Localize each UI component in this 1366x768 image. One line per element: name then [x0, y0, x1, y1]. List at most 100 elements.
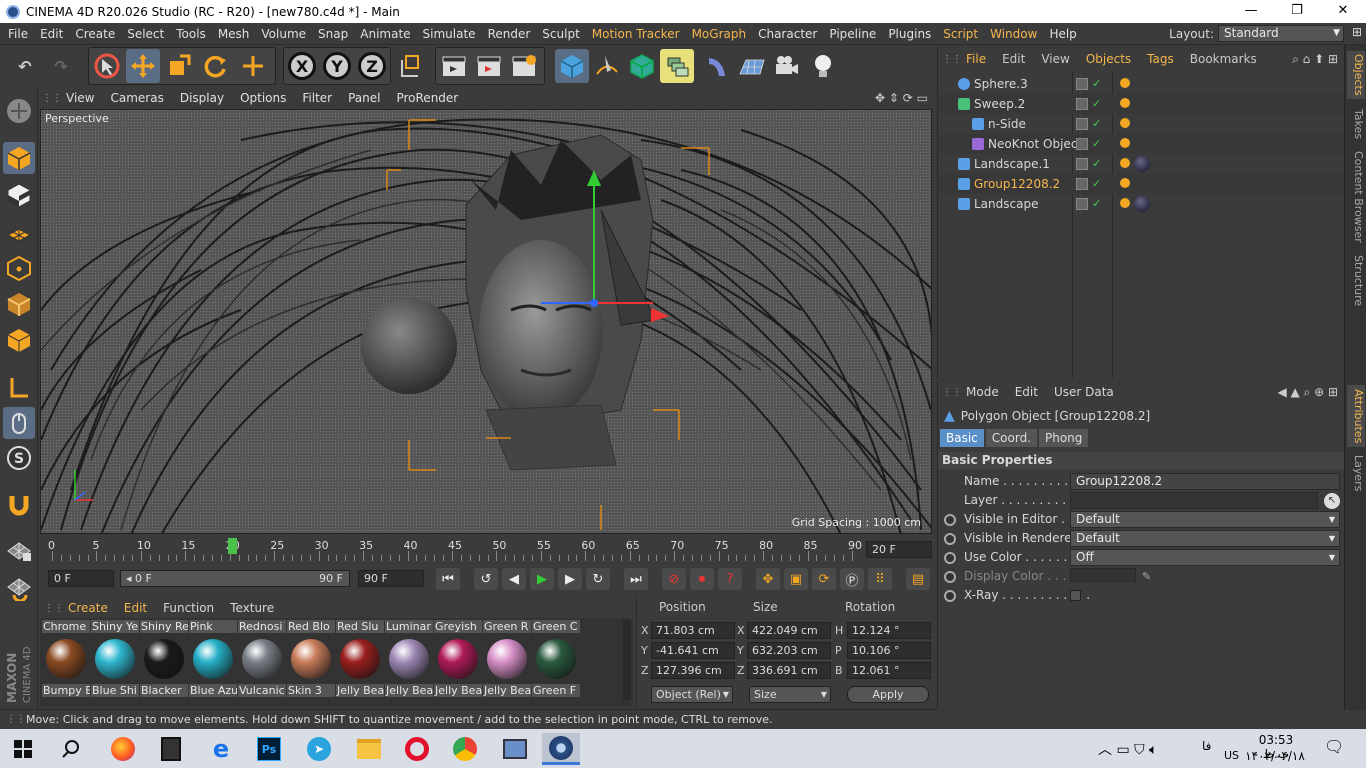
menu-render[interactable]: Render	[482, 23, 537, 45]
phong-tag-icon[interactable]	[1120, 178, 1130, 188]
photoshop-app[interactable]: Ps	[250, 733, 288, 765]
menu-character[interactable]: Character	[752, 23, 823, 45]
attribute-menu-edit[interactable]: Edit	[1007, 385, 1046, 399]
object-row[interactable]: Sweep.2 ✓	[938, 94, 1344, 114]
key-rotation-button[interactable]: ⟳	[812, 568, 836, 590]
edge-mode-button[interactable]	[3, 288, 35, 320]
undo-button[interactable]: ↶	[8, 49, 42, 83]
material-swatch[interactable]: Red Blo Skin 3	[287, 620, 335, 700]
color-picker-icon[interactable]: ✎	[1142, 567, 1151, 586]
material-menu-create[interactable]: Create	[60, 598, 116, 618]
grid-snap-button[interactable]	[3, 572, 35, 604]
menu-window[interactable]: Window	[984, 23, 1043, 45]
object-row[interactable]: NeoKnot Object ✓	[938, 134, 1344, 154]
visibility-check-icon[interactable]: ✓	[1092, 114, 1101, 134]
telegram-app[interactable]: ➤	[300, 733, 338, 765]
visibility-check-icon[interactable]: ✓	[1092, 94, 1101, 114]
next-frame-button[interactable]: ▶	[558, 568, 582, 590]
material-menu-texture[interactable]: Texture	[222, 598, 282, 618]
visibility-check-icon[interactable]: ✓	[1092, 134, 1101, 154]
layer-toggle-icon[interactable]	[1076, 78, 1088, 90]
menu-edit[interactable]: Edit	[34, 23, 69, 45]
visibility-check-icon[interactable]: ✓	[1092, 194, 1101, 214]
attribute-tab-coord[interactable]: Coord.	[985, 429, 1037, 447]
previous-key-button[interactable]: ↺	[474, 568, 498, 590]
visibility-check-icon[interactable]: ✓	[1092, 154, 1101, 174]
material-swatch[interactable]: Rednosi Vulcanic	[238, 620, 286, 700]
size-mode-select[interactable]: Size ▼	[749, 686, 831, 703]
minimize-button[interactable]: —	[1228, 0, 1274, 23]
attribute-menu-user-data[interactable]: User Data	[1046, 385, 1122, 399]
timeline[interactable]: 051015202530354045505560657075808590 20 …	[40, 535, 936, 565]
tab-objects[interactable]: Objects	[1347, 51, 1365, 99]
render-settings-button[interactable]	[507, 49, 541, 83]
material-swatch[interactable]: Shiny Ye Blue Shi	[91, 620, 139, 700]
object-row[interactable]: Sphere.3 ✓	[938, 74, 1344, 94]
edge-app[interactable]: e	[202, 733, 240, 765]
coordinate-system-button[interactable]	[393, 49, 427, 83]
light-button[interactable]	[806, 49, 840, 83]
material-menu-edit[interactable]: Edit	[116, 598, 155, 618]
material-swatch[interactable]: Green R Jelly Bea	[483, 620, 531, 700]
phong-tag-icon[interactable]	[1120, 98, 1130, 108]
firefox-app[interactable]	[104, 733, 142, 765]
name-field[interactable]: Group12208.2	[1070, 473, 1340, 490]
material-swatch[interactable]: Chrome Bumpy E	[42, 620, 90, 700]
viewport-menu-filter[interactable]: Filter	[294, 88, 340, 108]
visibility-check-icon[interactable]: ✓	[1092, 174, 1101, 194]
menu-volume[interactable]: Volume	[255, 23, 312, 45]
menu-mograph[interactable]: MoGraph	[686, 23, 753, 45]
tab-attributes[interactable]: Attributes	[1347, 385, 1365, 447]
tray-icons[interactable]: ︿ ▭ ⛉ 🔈︎	[1098, 739, 1157, 759]
viewport-menu-view[interactable]: View	[58, 88, 102, 108]
object-name[interactable]: Sweep.2	[974, 94, 1025, 114]
pen-spline-button[interactable]	[590, 49, 624, 83]
start-frame-field[interactable]: 0 F	[48, 570, 114, 587]
maximize-button[interactable]: ❐	[1274, 0, 1320, 23]
material-swatch[interactable]: Shiny Re Blacker	[140, 620, 188, 700]
viewport-menu-prorender[interactable]: ProRender	[388, 88, 466, 108]
x-axis-button[interactable]: X	[285, 49, 319, 83]
input-language[interactable]: فا	[1202, 739, 1211, 753]
menu-file[interactable]: File	[2, 23, 34, 45]
menu-motion-tracker[interactable]: Motion Tracker	[586, 23, 686, 45]
display-color-swatch[interactable]	[1070, 568, 1136, 582]
attribute-tab-basic[interactable]: Basic	[940, 429, 984, 447]
object-menu-objects[interactable]: Objects	[1078, 48, 1139, 70]
visibility-check-icon[interactable]: ✓	[1092, 74, 1101, 94]
file-explorer-app[interactable]	[350, 733, 388, 765]
array-button[interactable]	[660, 49, 694, 83]
pick-icon[interactable]: ↖	[1324, 493, 1340, 509]
axis-mode-button[interactable]	[3, 371, 35, 403]
layer-toggle-icon[interactable]	[1076, 98, 1088, 110]
menu-pipeline[interactable]: Pipeline	[823, 23, 882, 45]
animation-radio-icon[interactable]	[944, 590, 956, 602]
y-axis-button[interactable]: Y	[320, 49, 354, 83]
previous-frame-button[interactable]: ◀	[502, 568, 526, 590]
object-row[interactable]: Group12208.2 ✓	[938, 174, 1344, 194]
position-field-x[interactable]: 71.803 cm	[651, 622, 735, 639]
close-button[interactable]: ✕	[1320, 0, 1366, 23]
tab-content-browser[interactable]: Content Browser	[1347, 149, 1365, 245]
phong-tag-icon[interactable]	[1120, 118, 1130, 128]
menu-snap[interactable]: Snap	[312, 23, 354, 45]
rotation-field-b[interactable]: 12.061 °	[847, 662, 931, 679]
attribute-tab-phong[interactable]: Phong	[1039, 429, 1089, 447]
clock-date[interactable]: ۱۴۰۲/۰۴/۱۸	[1240, 749, 1310, 763]
object-manager-tools-icons[interactable]: ⌕ ⌂ ⬆ ⊞	[1292, 52, 1338, 67]
move-tool-button[interactable]	[126, 49, 160, 83]
3d-viewport[interactable]: Perspective Grid Spacing : 1000 cm	[40, 109, 932, 534]
magnet-button[interactable]	[3, 489, 35, 521]
menu-simulate[interactable]: Simulate	[417, 23, 482, 45]
rotation-field-p[interactable]: 10.106 °	[847, 642, 931, 659]
current-frame-field[interactable]: 20 F	[866, 541, 932, 558]
key-pla-button[interactable]: ⠿	[868, 568, 892, 590]
z-axis-button[interactable]: Z	[355, 49, 389, 83]
floor-button[interactable]	[735, 49, 769, 83]
apply-button[interactable]: Apply	[847, 686, 929, 703]
object-name[interactable]: Group12208.2	[974, 174, 1060, 194]
go-to-start-button[interactable]: ⏮	[436, 568, 460, 590]
scale-tool-button[interactable]	[162, 49, 196, 83]
attribute-nav-icons[interactable]: ◀ ▲ ⌕ ⊕ ⊞	[1277, 385, 1338, 400]
object-menu-edit[interactable]: Edit	[994, 48, 1033, 70]
